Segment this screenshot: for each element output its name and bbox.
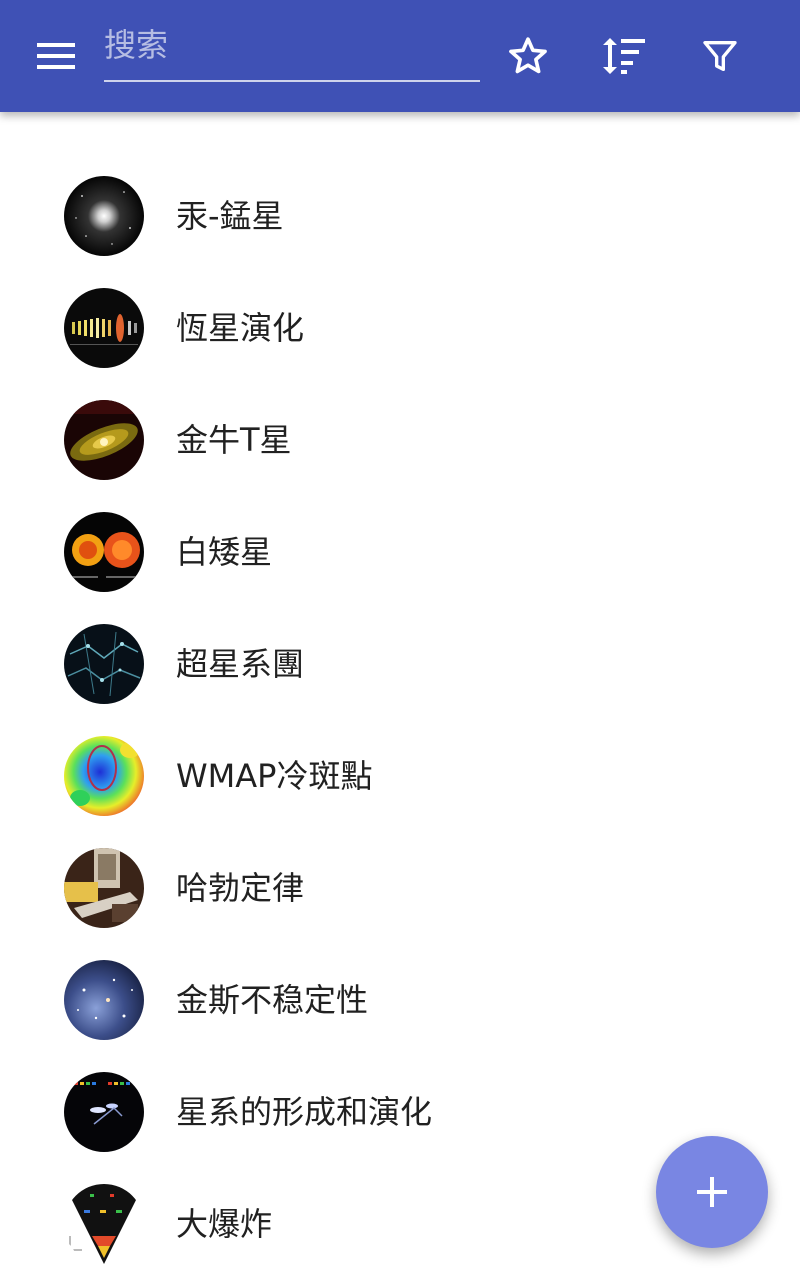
app-bar xyxy=(0,0,800,112)
list-item-label: 星系的形成和演化 xyxy=(176,1093,433,1131)
sort-button[interactable] xyxy=(596,28,652,84)
favorites-button[interactable] xyxy=(500,28,556,84)
list-item[interactable]: 金斯不稳定性 xyxy=(0,944,800,1056)
big-bang-thumbnail xyxy=(64,1184,144,1264)
sort-icon xyxy=(603,38,645,74)
menu-button[interactable] xyxy=(30,34,82,78)
supercluster-thumbnail xyxy=(64,624,144,704)
list-item-label: WMAP冷斑點 xyxy=(176,757,373,795)
hubble-law-thumbnail xyxy=(64,848,144,928)
search-input[interactable] xyxy=(104,22,480,74)
star-outline-icon xyxy=(509,37,547,74)
list-item-label: 汞-錳星 xyxy=(176,197,284,235)
filter-icon xyxy=(703,41,737,72)
wmap-cold-spot-thumbnail xyxy=(64,736,144,816)
galaxy-formation-thumbnail xyxy=(64,1072,144,1152)
topic-list: 汞-錳星 恆星演化 金牛T星 白矮星 超星系團 WMAP冷斑點 哈勃定律 金斯不… xyxy=(0,160,800,1280)
list-item-label: 金斯不稳定性 xyxy=(176,981,369,1019)
list-item[interactable]: 汞-錳星 xyxy=(0,160,800,272)
list-item[interactable]: 白矮星 xyxy=(0,496,800,608)
list-item[interactable]: 超星系團 xyxy=(0,608,800,720)
list-item[interactable]: 恆星演化 xyxy=(0,272,800,384)
search-field xyxy=(104,22,480,82)
list-item-label: 金牛T星 xyxy=(176,421,292,459)
white-dwarf-thumbnail xyxy=(64,512,144,592)
list-item-label: 恆星演化 xyxy=(176,309,305,347)
list-item[interactable]: WMAP冷斑點 xyxy=(0,720,800,832)
list-item[interactable]: 哈勃定律 xyxy=(0,832,800,944)
menu-icon xyxy=(37,43,75,69)
list-item-label: 超星系團 xyxy=(176,645,305,683)
filter-button[interactable] xyxy=(692,28,748,84)
list-item-label: 哈勃定律 xyxy=(176,869,305,907)
jeans-instability-thumbnail xyxy=(64,960,144,1040)
list-item[interactable]: 金牛T星 xyxy=(0,384,800,496)
mercury-manganese-star-thumbnail xyxy=(64,176,144,256)
list-item-label: 白矮星 xyxy=(176,533,273,571)
t-tauri-star-thumbnail xyxy=(64,400,144,480)
stellar-evolution-thumbnail xyxy=(64,288,144,368)
list-item-label: 大爆炸 xyxy=(176,1205,273,1243)
plus-icon xyxy=(697,1177,727,1207)
add-button[interactable] xyxy=(656,1136,768,1248)
